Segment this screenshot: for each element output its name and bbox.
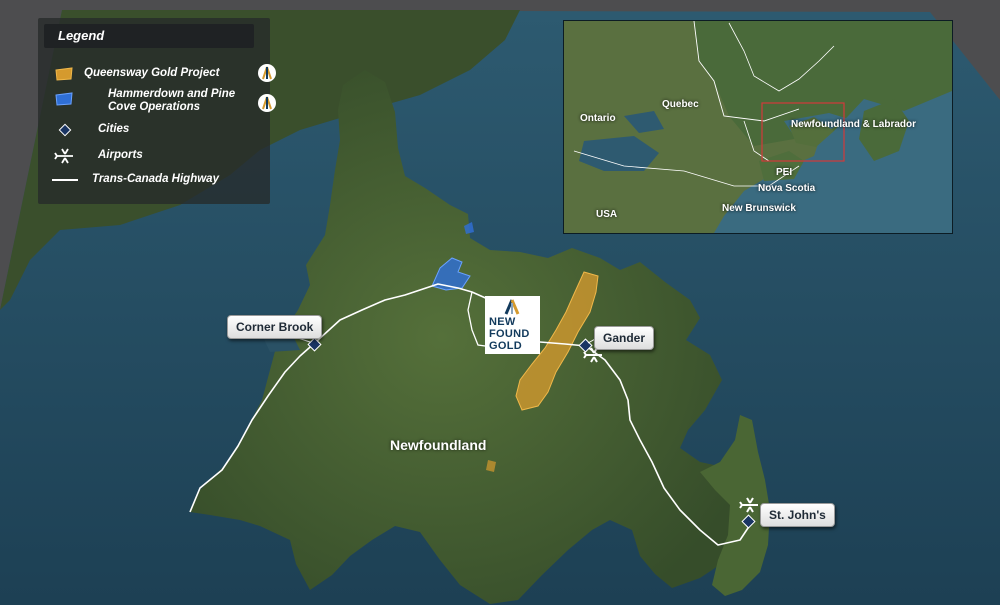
city-label-gander[interactable]: Gander: [594, 326, 655, 350]
airplane-icon: [54, 148, 73, 164]
legend-item-highway: Trans-Canada Highway: [38, 170, 270, 196]
legend-header: Legend: [44, 24, 254, 48]
city-diamond-icon: [58, 123, 72, 137]
logo-word-gold: GOLD: [489, 340, 522, 352]
map-stage: Legend Queensway Gold Project Hammerdown…: [0, 0, 1000, 605]
logo-word-found: FOUND: [489, 328, 530, 340]
new-found-gold-logo: NEW FOUND GOLD: [485, 296, 540, 354]
legend-panel: Legend Queensway Gold Project Hammerdown…: [38, 18, 276, 204]
inset-map: Ontario Quebec Newfoundland & Labrador P…: [563, 20, 953, 234]
gold-area-swatch-icon: [55, 67, 73, 81]
inset-label-usa: USA: [596, 209, 618, 220]
blue-area-swatch-icon: [55, 92, 73, 106]
legend-item-queensway: Queensway Gold Project: [38, 62, 276, 88]
inset-label-quebec: Quebec: [662, 99, 699, 110]
nfg-badge-icon: [258, 94, 276, 112]
inset-label-new-brunswick: New Brunswick: [722, 203, 796, 214]
legend-label-cities: Cities: [98, 123, 130, 135]
inset-label-newfoundland-labrador: Newfoundland & Labrador: [791, 119, 916, 130]
city-label-st-johns[interactable]: St. John's: [760, 503, 835, 527]
legend-label-hammerdown: Hammerdown and Pine Cove Operations: [108, 88, 236, 113]
nfg-badge-icon: [258, 64, 276, 82]
logo-word-new: NEW: [489, 316, 516, 328]
city-label-corner-brook[interactable]: Corner Brook: [227, 315, 323, 339]
inset-label-pei: PEI: [776, 167, 793, 178]
legend-label-highway: Trans-Canada Highway: [92, 173, 219, 185]
legend-item-cities: Cities: [38, 120, 270, 146]
legend-label-airports: Airports: [98, 149, 143, 161]
nfg-logo-mark-icon: [504, 299, 520, 315]
legend-item-hammerdown: Hammerdown and Pine Cove Operations: [38, 88, 276, 114]
legend-title: Legend: [58, 28, 105, 43]
region-label-newfoundland: Newfoundland: [390, 437, 487, 453]
legend-item-airports: Airports: [38, 146, 270, 172]
inset-label-ontario: Ontario: [580, 113, 616, 124]
highway-line-icon: [52, 179, 78, 181]
legend-label-queensway: Queensway Gold Project: [84, 67, 220, 79]
inset-label-nova-scotia: Nova Scotia: [758, 183, 816, 194]
